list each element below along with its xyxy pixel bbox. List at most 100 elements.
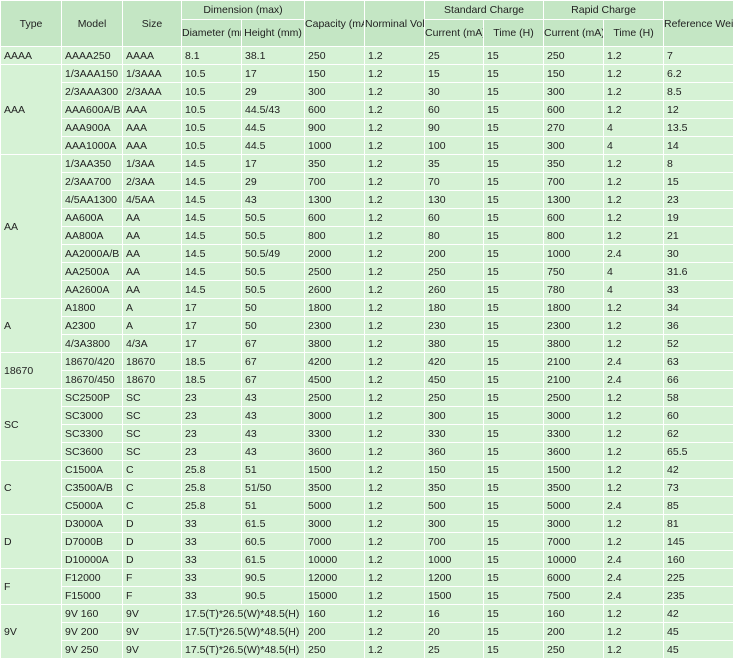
cell-type: A [1, 299, 62, 353]
cell-weight: 235 [664, 587, 733, 605]
cell-standard-current: 1200 [425, 569, 484, 587]
cell-rapid-time: 2.4 [604, 551, 664, 569]
cell-rapid-time: 1.2 [604, 191, 664, 209]
cell-weight: 8.5 [664, 83, 733, 101]
cell-model: AAA900A [62, 119, 123, 137]
cell-standard-time: 15 [484, 587, 544, 605]
header-capacity: Capacity (mAH) [305, 1, 365, 47]
cell-standard-time: 15 [484, 47, 544, 65]
cell-capacity: 1800 [305, 299, 365, 317]
cell-height: 50.5 [242, 209, 305, 227]
cell-diameter: 14.5 [182, 209, 242, 227]
battery-spec-table: Type Model Size Dimension (max) Capacity… [0, 0, 733, 659]
table-row: 9V9V 1609V17.5(T)*26.5(W)*48.5(H)1601.21… [1, 605, 733, 623]
header-weight: Reference Weight(g) [664, 1, 733, 47]
cell-capacity: 1000 [305, 137, 365, 155]
cell-standard-time: 15 [484, 263, 544, 281]
cell-height: 17 [242, 155, 305, 173]
cell-rapid-time: 1.2 [604, 155, 664, 173]
cell-weight: 42 [664, 461, 733, 479]
cell-capacity: 3300 [305, 425, 365, 443]
cell-standard-time: 15 [484, 245, 544, 263]
cell-standard-time: 15 [484, 353, 544, 371]
cell-model: SC3600 [62, 443, 123, 461]
cell-standard-time: 15 [484, 371, 544, 389]
cell-capacity: 3800 [305, 335, 365, 353]
cell-size: 2/3AAA [123, 83, 182, 101]
table-row: CC1500AC25.85115001.21501515001.242 [1, 461, 733, 479]
cell-height: 38.1 [242, 47, 305, 65]
cell-type: AA [1, 155, 62, 299]
cell-weight: 21 [664, 227, 733, 245]
cell-rapid-time: 1.2 [604, 47, 664, 65]
cell-standard-current: 130 [425, 191, 484, 209]
cell-voltage: 1.2 [365, 245, 425, 263]
cell-standard-time: 15 [484, 137, 544, 155]
cell-rapid-current: 350 [544, 155, 604, 173]
cell-size: AA [123, 227, 182, 245]
cell-size: 1/3AAA [123, 65, 182, 83]
cell-standard-time: 15 [484, 335, 544, 353]
cell-rapid-time: 1.2 [604, 65, 664, 83]
cell-standard-current: 200 [425, 245, 484, 263]
cell-rapid-current: 1800 [544, 299, 604, 317]
cell-size: 4/5AA [123, 191, 182, 209]
cell-model: 4/5AA1300 [62, 191, 123, 209]
cell-weight: 30 [664, 245, 733, 263]
cell-size: C [123, 497, 182, 515]
cell-height: 50.5 [242, 263, 305, 281]
cell-voltage: 1.2 [365, 425, 425, 443]
cell-diameter: 14.5 [182, 155, 242, 173]
cell-diameter: 17.5(T)*26.5(W)*48.5(H) [182, 605, 305, 623]
cell-capacity: 250 [305, 47, 365, 65]
cell-standard-time: 15 [484, 101, 544, 119]
cell-capacity: 1500 [305, 461, 365, 479]
cell-model: SC3000 [62, 407, 123, 425]
cell-standard-current: 90 [425, 119, 484, 137]
cell-model: 18670/420 [62, 353, 123, 371]
cell-standard-time: 15 [484, 119, 544, 137]
cell-voltage: 1.2 [365, 479, 425, 497]
cell-standard-time: 15 [484, 407, 544, 425]
cell-standard-current: 420 [425, 353, 484, 371]
table-row: C3500A/BC25.851/5035001.23501535001.273 [1, 479, 733, 497]
cell-voltage: 1.2 [365, 461, 425, 479]
cell-voltage: 1.2 [365, 371, 425, 389]
cell-rapid-time: 1.2 [604, 101, 664, 119]
cell-height: 67 [242, 353, 305, 371]
cell-weight: 62 [664, 425, 733, 443]
cell-size: F [123, 569, 182, 587]
cell-type: AAA [1, 65, 62, 155]
cell-rapid-time: 1.2 [604, 605, 664, 623]
cell-capacity: 600 [305, 209, 365, 227]
cell-size: 18670 [123, 371, 182, 389]
cell-model: D10000A [62, 551, 123, 569]
cell-weight: 225 [664, 569, 733, 587]
cell-standard-time: 15 [484, 155, 544, 173]
cell-standard-time: 15 [484, 209, 544, 227]
cell-rapid-time: 4 [604, 119, 664, 137]
cell-capacity: 3500 [305, 479, 365, 497]
cell-voltage: 1.2 [365, 155, 425, 173]
cell-voltage: 1.2 [365, 263, 425, 281]
cell-rapid-current: 160 [544, 605, 604, 623]
cell-size: 4/3A [123, 335, 182, 353]
cell-rapid-current: 250 [544, 47, 604, 65]
cell-capacity: 2300 [305, 317, 365, 335]
cell-size: SC [123, 425, 182, 443]
cell-weight: 12 [664, 101, 733, 119]
header-rapid-time: Time (H) [604, 20, 664, 47]
cell-diameter: 17 [182, 335, 242, 353]
cell-height: 67 [242, 371, 305, 389]
cell-voltage: 1.2 [365, 173, 425, 191]
cell-standard-current: 380 [425, 335, 484, 353]
cell-standard-time: 15 [484, 533, 544, 551]
cell-model: D3000A [62, 515, 123, 533]
cell-height: 50.5 [242, 281, 305, 299]
cell-capacity: 2000 [305, 245, 365, 263]
table-row: 9V 2009V17.5(T)*26.5(W)*48.5(H)2001.2201… [1, 623, 733, 641]
cell-standard-current: 330 [425, 425, 484, 443]
cell-type: 9V [1, 605, 62, 659]
cell-standard-current: 360 [425, 443, 484, 461]
cell-standard-current: 180 [425, 299, 484, 317]
